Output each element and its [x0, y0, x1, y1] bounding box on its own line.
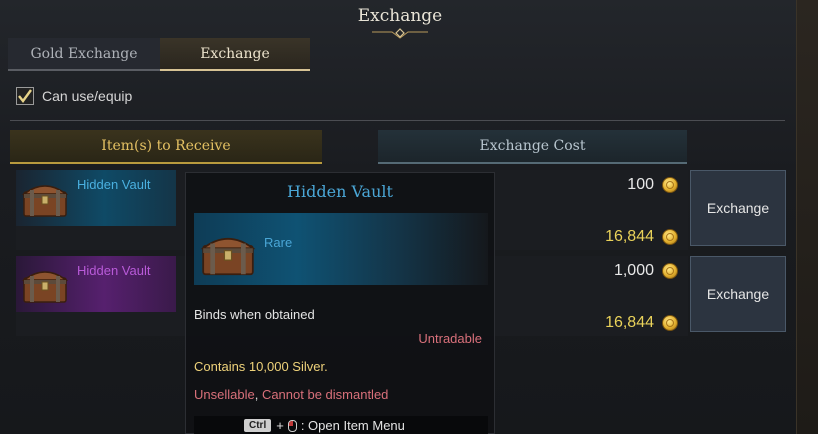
gold-coin-icon [662, 229, 678, 245]
can-use-filter[interactable]: Can use/equip [16, 87, 132, 105]
ctrl-key-icon: Ctrl [244, 419, 272, 432]
exchange-price: 100 [627, 176, 678, 194]
gold-coin-icon [662, 315, 678, 331]
can-use-checkbox[interactable] [16, 87, 34, 105]
restriction-unsellable: Unsellable [194, 387, 255, 402]
tab-exchange[interactable]: Exchange [160, 38, 310, 71]
divider [10, 120, 785, 121]
item-name: Hidden Vault [77, 263, 151, 278]
tab-gold-exchange[interactable]: Gold Exchange [8, 38, 160, 71]
gold-coin-icon [662, 263, 678, 279]
title-ornament-icon [372, 28, 428, 39]
tooltip-contents: Contains 10,000 Silver. [194, 359, 328, 374]
tooltip-bind-info: Binds when obtained [194, 307, 315, 322]
footer-hint-text: : Open Item Menu [300, 418, 405, 433]
tab-label: Gold Exchange [30, 45, 138, 62]
tooltip-title: Hidden Vault [287, 182, 393, 201]
item-name: Hidden Vault [77, 177, 151, 192]
restriction-separator: , [254, 387, 262, 402]
owned-gold: 16,844 [605, 228, 678, 246]
tooltip-footer-hint: Ctrl + : Open Item Menu [194, 416, 488, 434]
owned-gold: 16,844 [605, 314, 678, 332]
item-tooltip: Hidden Vault Rare Binds when obtained Un… [185, 172, 495, 434]
tooltip-header: Rare [194, 213, 488, 285]
tab-label: Exchange [200, 45, 270, 62]
adjacent-panel-edge [796, 0, 818, 434]
right-click-mouse-icon [287, 419, 297, 432]
treasure-chest-icon [21, 271, 69, 303]
window-title: Exchange [357, 6, 443, 26]
exchange-button[interactable]: Exchange [690, 170, 786, 246]
checkmark-icon [18, 89, 32, 103]
owned-value: 16,844 [605, 228, 654, 245]
treasure-chest-icon [200, 237, 256, 276]
column-header-receive: Item(s) to Receive [10, 130, 322, 164]
restriction-no-dismantle: Cannot be dismantled [261, 387, 389, 402]
tab-bar: Gold Exchange Exchange [8, 38, 310, 71]
item-cell[interactable]: Hidden Vault [16, 256, 176, 312]
title-bar: Exchange [0, 0, 800, 39]
owned-value: 16,844 [605, 314, 654, 331]
can-use-label: Can use/equip [42, 88, 133, 104]
item-cell[interactable]: Hidden Vault [16, 170, 176, 226]
exchange-button[interactable]: Exchange [690, 256, 786, 332]
tooltip-trade-status: Untradable [418, 331, 482, 346]
price-value: 100 [627, 176, 654, 193]
price-value: 1,000 [613, 262, 654, 279]
exchange-price: 1,000 [614, 262, 678, 280]
treasure-chest-icon [21, 185, 69, 217]
column-header-cost: Exchange Cost [378, 130, 687, 164]
exchange-window: Exchange Gold Exchange Exchange Can use/… [0, 0, 818, 434]
tooltip-restrictions: Unsellable, Cannot be dismantled [194, 387, 388, 402]
tooltip-grade: Rare [264, 235, 293, 250]
plus-sign: + [276, 418, 284, 433]
gold-coin-icon [662, 177, 678, 193]
